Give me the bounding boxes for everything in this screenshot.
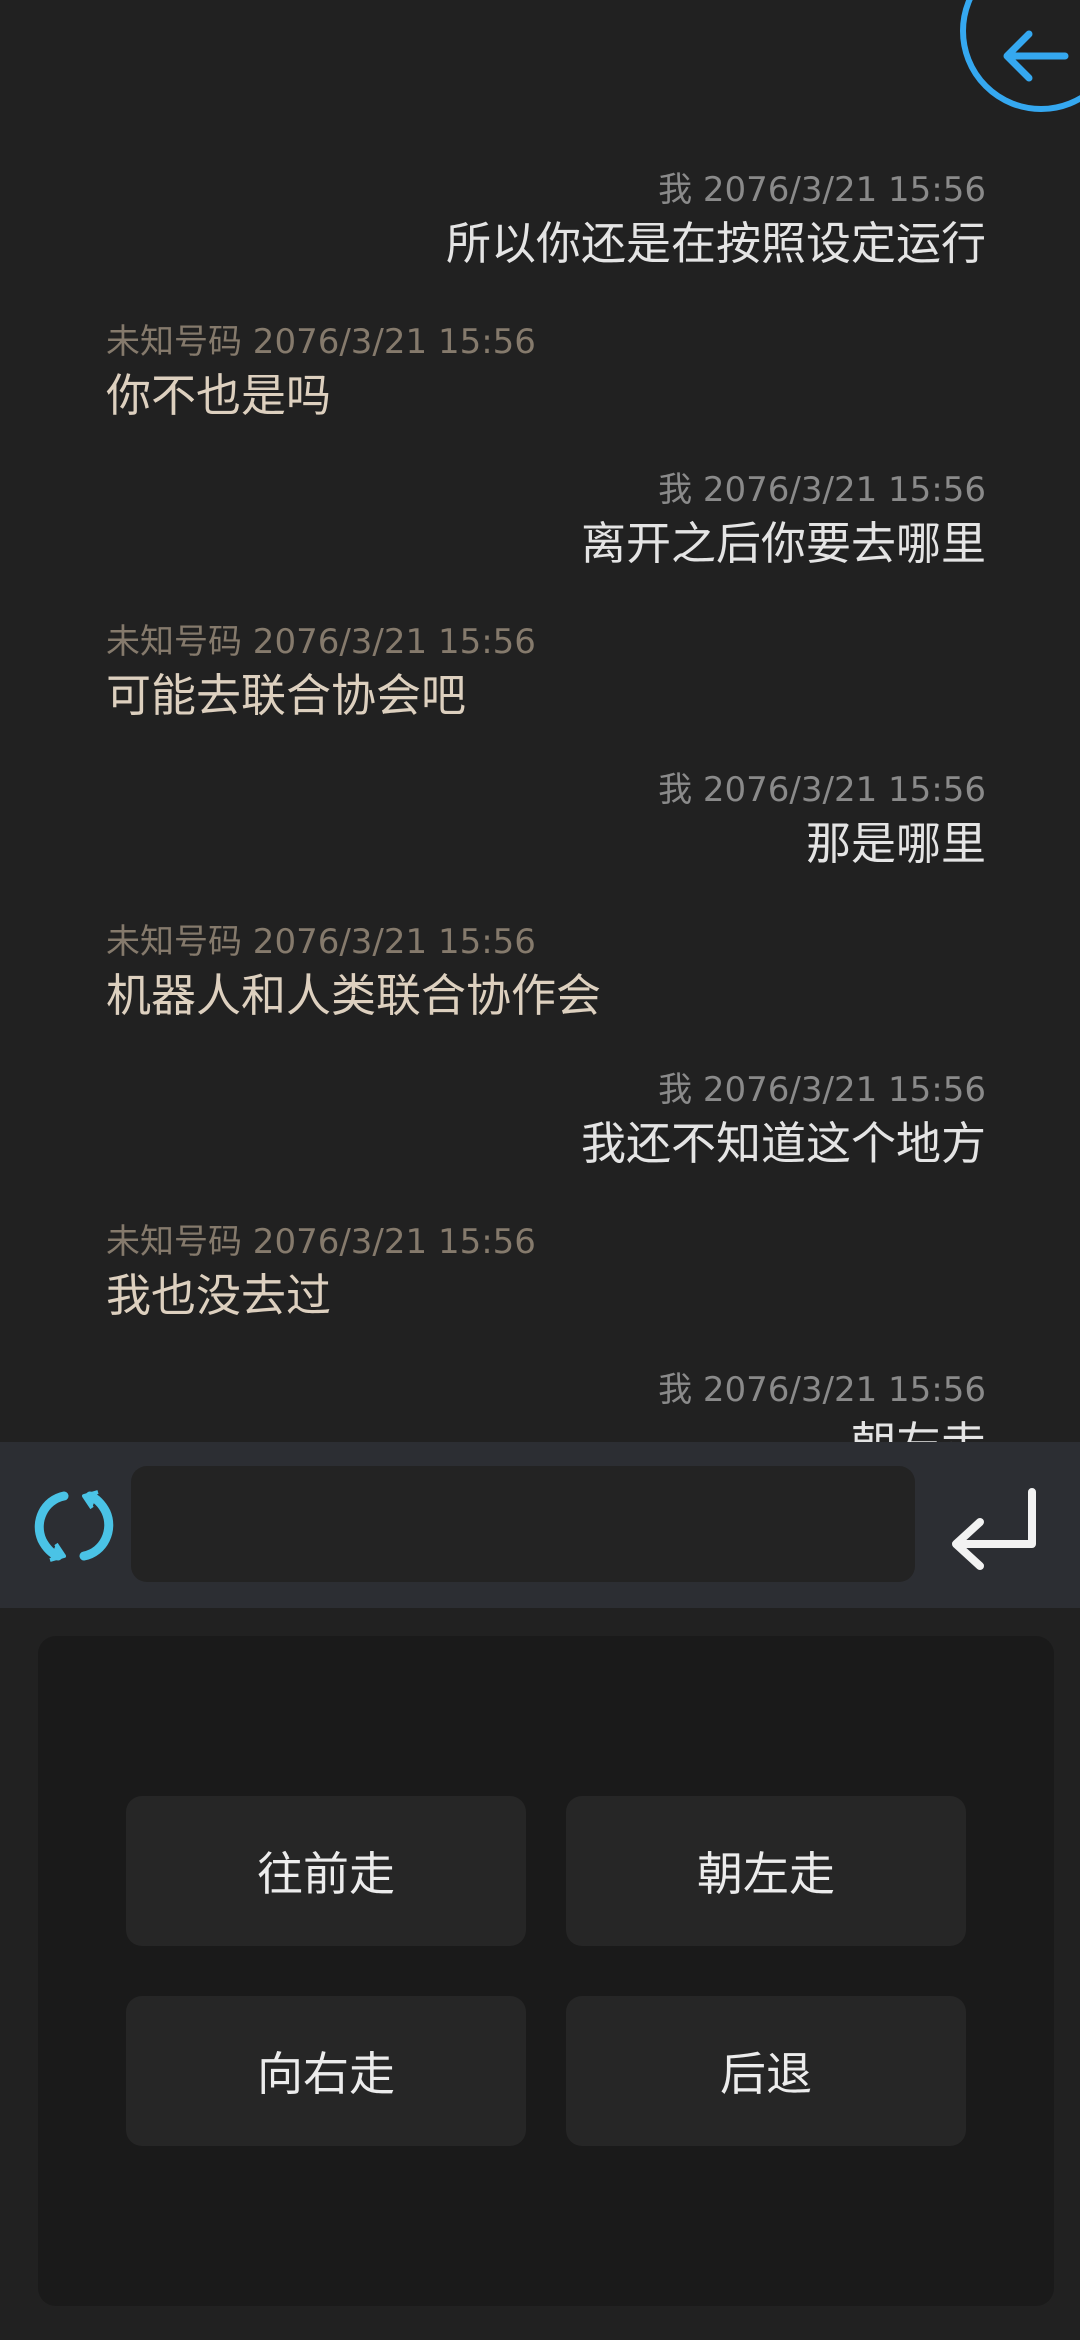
message-item: 我 2076/3/21 15:56 离开之后你要去哪里 <box>0 468 1080 574</box>
message-item: 未知号码 2076/3/21 15:56 你不也是吗 <box>0 320 1080 426</box>
message-meta: 我 2076/3/21 15:56 <box>658 1070 986 1110</box>
message-meta: 未知号码 2076/3/21 15:56 <box>106 622 536 662</box>
message-item: 我 2076/3/21 15:56 我还不知道这个地方 <box>0 1068 1080 1174</box>
message-meta: 未知号码 2076/3/21 15:56 <box>106 322 536 362</box>
arrow-left-icon <box>1003 30 1069 82</box>
message-list[interactable]: 我 2076/3/21 15:56 所以你还是在按照设定运行 未知号码 2076… <box>0 0 1080 1442</box>
message-item: 我 2076/3/21 15:56 朝左走 <box>0 1368 1080 1442</box>
message-meta: 我 2076/3/21 15:56 <box>658 770 986 810</box>
message-meta: 我 2076/3/21 15:56 <box>658 1370 986 1410</box>
send-button[interactable] <box>940 1482 1046 1572</box>
enter-return-icon <box>952 1488 1036 1570</box>
refresh-icon <box>34 1490 114 1562</box>
message-text: 所以你还是在按照设定运行 <box>445 217 986 270</box>
message-text: 可能去联合协会吧 <box>106 669 467 722</box>
options-panel: 往前走 朝左走 向右走 后退 <box>38 1636 1054 2306</box>
message-input[interactable] <box>131 1466 915 1582</box>
message-item: 我 2076/3/21 15:56 所以你还是在按照设定运行 <box>0 168 1080 274</box>
refresh-button[interactable] <box>24 1478 124 1574</box>
message-item: 未知号码 2076/3/21 15:56 可能去联合协会吧 <box>0 620 1080 726</box>
message-text: 我也没去过 <box>106 1269 332 1322</box>
message-item: 我 2076/3/21 15:56 那是哪里 <box>0 768 1080 874</box>
message-text: 离开之后你要去哪里 <box>580 517 986 570</box>
option-left-button[interactable]: 朝左走 <box>566 1796 966 1946</box>
message-text: 你不也是吗 <box>106 369 332 422</box>
message-text: 朝左走 <box>0 1414 1080 1442</box>
option-forward-button[interactable]: 往前走 <box>126 1796 526 1946</box>
message-text: 那是哪里 <box>805 817 986 870</box>
message-meta: 我 2076/3/21 15:56 <box>658 170 986 210</box>
message-item: 未知号码 2076/3/21 15:56 我也没去过 <box>0 1220 1080 1326</box>
input-bar <box>0 1442 1080 1608</box>
chat-screen: 我 2076/3/21 15:56 所以你还是在按照设定运行 未知号码 2076… <box>0 0 1080 2340</box>
message-meta: 未知号码 2076/3/21 15:56 <box>106 1222 536 1262</box>
option-back-button[interactable]: 后退 <box>566 1996 966 2146</box>
message-meta: 未知号码 2076/3/21 15:56 <box>106 922 536 962</box>
message-item: 未知号码 2076/3/21 15:56 机器人和人类联合协作会 <box>0 920 1080 1026</box>
message-meta: 我 2076/3/21 15:56 <box>658 470 986 510</box>
option-right-button[interactable]: 向右走 <box>126 1996 526 2146</box>
message-text: 我还不知道这个地方 <box>580 1117 986 1170</box>
message-text: 机器人和人类联合协作会 <box>106 969 602 1022</box>
